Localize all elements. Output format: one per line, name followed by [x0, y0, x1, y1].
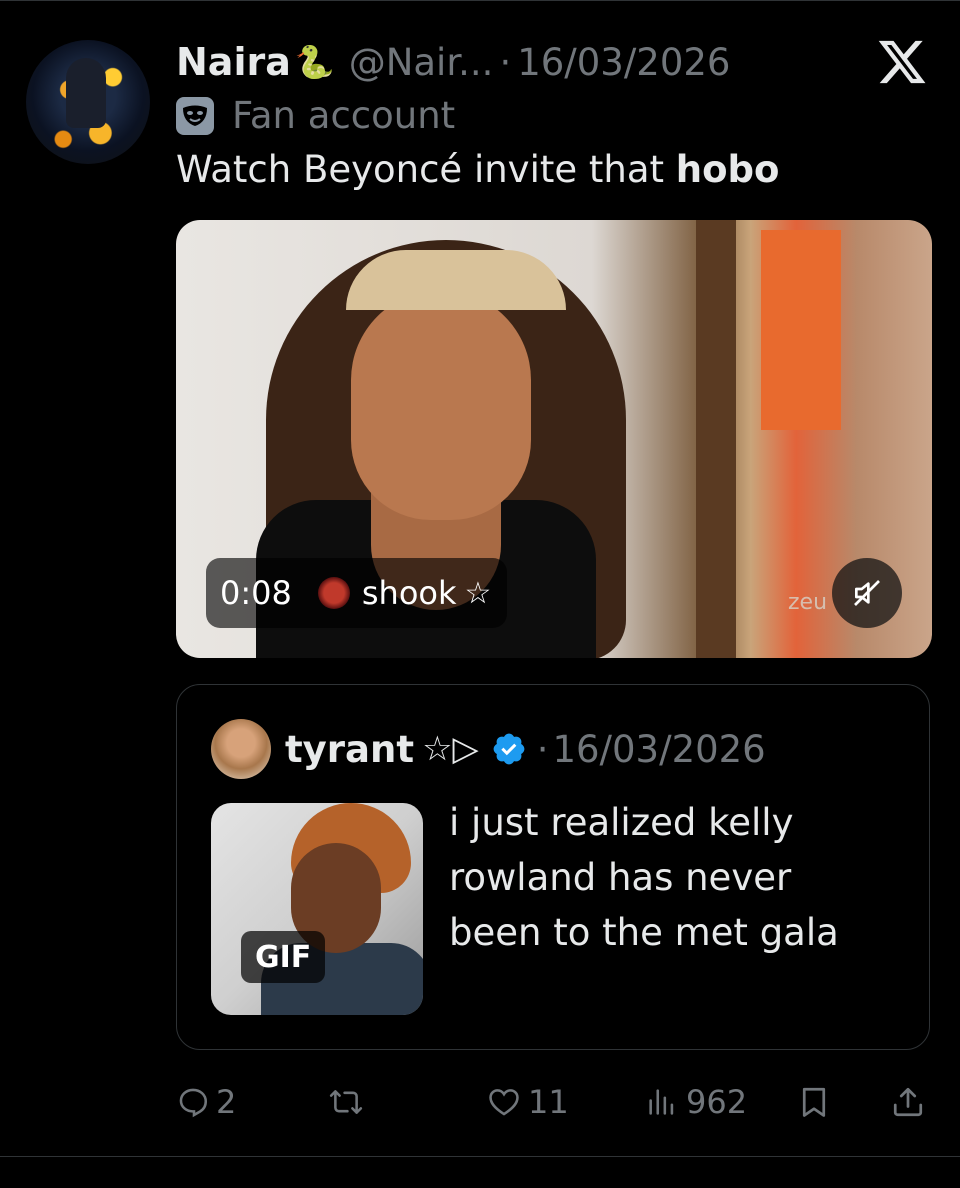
post-date[interactable]: 16/03/2026: [517, 41, 730, 84]
uploader-suffix: ☆: [464, 575, 492, 611]
gif-badge: GIF: [241, 931, 326, 983]
post-text: Watch Beyoncé invite that hobo: [176, 148, 779, 191]
quoted-separator: ·: [536, 727, 549, 771]
post-text-plain: Watch Beyoncé invite that: [176, 148, 676, 191]
views-button[interactable]: 962: [644, 1076, 747, 1128]
quoted-post[interactable]: tyrant ☆▷ · 16/03/2026 GIF i just realiz…: [176, 684, 930, 1050]
uploader-avatar: [317, 577, 350, 609]
post-text-bold: hobo: [675, 148, 780, 191]
reply-count: 2: [216, 1083, 237, 1121]
mute-button[interactable]: [832, 558, 902, 628]
author-emoji: 🐍: [294, 43, 335, 81]
account-label[interactable]: Fan account: [176, 94, 455, 137]
video-info-overlay[interactable]: 0:08 shook ☆: [206, 558, 508, 628]
bookmark-icon: [802, 1087, 826, 1117]
header-separator: ·: [499, 40, 512, 84]
like-button[interactable]: 11: [486, 1076, 569, 1128]
quoted-gif[interactable]: GIF: [211, 803, 423, 1015]
author-handle[interactable]: @Nair...: [349, 41, 494, 84]
bottom-divider: [0, 1156, 960, 1157]
verified-badge-icon: [493, 733, 525, 765]
quoted-author-symbols: ☆▷: [422, 729, 479, 769]
quoted-post-header: tyrant ☆▷ · 16/03/2026: [211, 717, 766, 781]
quoted-author-avatar: [211, 719, 271, 779]
author-name[interactable]: Naira: [176, 40, 291, 84]
muted-speaker-icon: [854, 580, 880, 606]
quoted-post-date: 16/03/2026: [552, 727, 766, 771]
video-timer: 0:08: [220, 574, 292, 612]
share-button[interactable]: [890, 1076, 926, 1128]
heart-icon: [489, 1089, 519, 1116]
reply-icon: [179, 1088, 208, 1118]
view-count: 962: [686, 1083, 748, 1121]
share-icon: [893, 1087, 923, 1117]
quoted-author-name: tyrant: [285, 727, 415, 771]
account-label-text: Fan account: [232, 94, 456, 137]
author-avatar[interactable]: [26, 40, 150, 164]
post-header: Naira 🐍 @Nair... · 16/03/2026: [176, 34, 730, 90]
quoted-post-text: i just realized kelly rowland has never …: [449, 801, 839, 954]
repost-icon: [329, 1090, 363, 1114]
action-bar: 2 11 962: [176, 1076, 936, 1128]
reply-button[interactable]: 2: [176, 1076, 236, 1128]
x-logo-icon[interactable]: [876, 36, 928, 88]
like-count: 11: [528, 1083, 569, 1121]
bookmark-button[interactable]: [796, 1076, 832, 1128]
top-divider: [0, 0, 960, 1]
mask-icon: [176, 96, 214, 135]
video-watermark: zeu: [788, 590, 828, 615]
views-icon: [649, 1089, 674, 1115]
repost-button[interactable]: [328, 1076, 364, 1128]
uploader-name[interactable]: shook: [362, 574, 457, 612]
